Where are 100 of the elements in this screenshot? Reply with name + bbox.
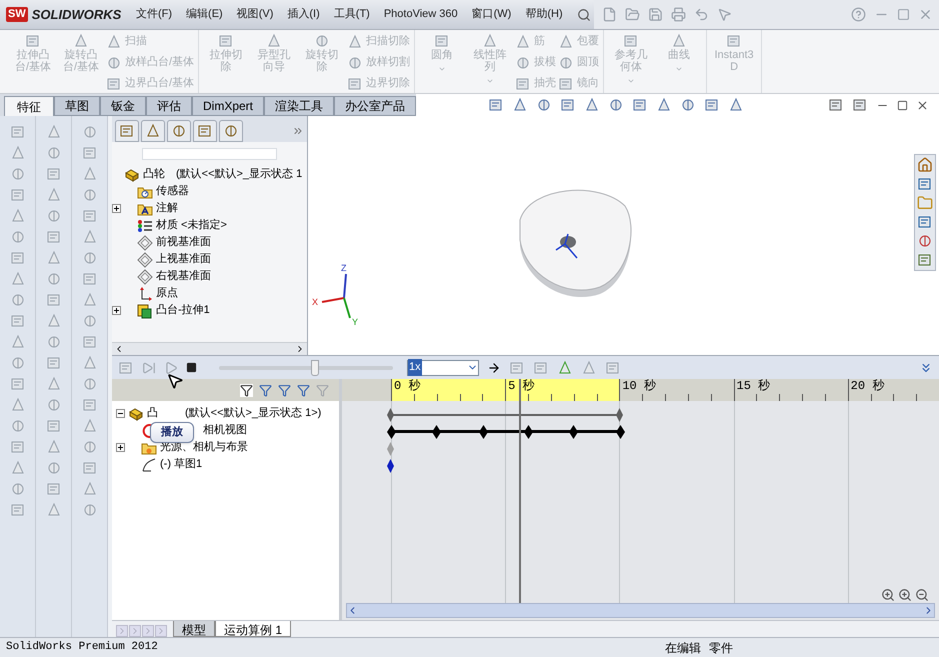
view-tool-icon[interactable] <box>728 97 744 113</box>
tool-icon[interactable] <box>10 418 26 434</box>
tool-icon[interactable] <box>82 334 98 350</box>
tool-icon[interactable] <box>46 481 62 497</box>
tool-icon[interactable] <box>82 376 98 392</box>
tree-item[interactable]: 上视基准面 <box>156 251 211 268</box>
tool-icon[interactable] <box>10 460 26 476</box>
tool-icon[interactable] <box>46 355 62 371</box>
search-icon[interactable] <box>576 8 591 22</box>
tool-icon[interactable] <box>82 397 98 413</box>
keyframe-marker[interactable] <box>387 458 394 472</box>
tool-icon[interactable] <box>10 145 26 161</box>
panel-tab-icon[interactable] <box>223 123 239 139</box>
panel-tab-icon[interactable] <box>171 123 187 139</box>
view-tool-icon[interactable] <box>488 97 504 113</box>
tab-scroll-icon[interactable] <box>129 625 141 637</box>
menu-item[interactable]: 工具(T) <box>334 6 370 23</box>
panel-tab-icon[interactable] <box>197 123 213 139</box>
expand-icon[interactable] <box>112 306 121 315</box>
keyframe-marker[interactable] <box>387 408 394 422</box>
tool-icon[interactable] <box>10 355 26 371</box>
menu-item[interactable]: 编辑(E) <box>186 6 223 23</box>
tool-icon[interactable] <box>10 439 26 455</box>
menu-item[interactable]: 插入(I) <box>287 6 320 23</box>
view-tool-icon[interactable] <box>608 97 624 113</box>
tool-icon[interactable] <box>82 292 98 308</box>
speed-dropdown[interactable]: 1x <box>407 360 479 376</box>
undo-icon[interactable] <box>694 7 709 22</box>
tool-icon[interactable] <box>82 229 98 245</box>
command-tab[interactable]: 钣金 <box>100 96 146 116</box>
tool-icon[interactable] <box>82 145 98 161</box>
tree-item[interactable]: 注解 <box>156 200 178 217</box>
tool-icon[interactable] <box>46 460 62 476</box>
command-tab[interactable]: 办公室产品 <box>334 96 416 116</box>
tool-icon[interactable] <box>10 250 26 266</box>
keyframe-marker[interactable] <box>524 424 533 438</box>
tree-item[interactable]: (-) 草图1 <box>160 456 202 473</box>
open-folder-icon[interactable] <box>625 7 640 22</box>
tool-icon[interactable] <box>82 250 98 266</box>
keyframe-marker[interactable] <box>569 424 578 438</box>
tool-icon[interactable] <box>82 313 98 329</box>
view-tool-icon[interactable] <box>656 97 672 113</box>
tool-icon[interactable] <box>46 439 62 455</box>
tool-icon[interactable] <box>46 418 62 434</box>
view-tool-icon[interactable] <box>584 97 600 113</box>
pointer-icon[interactable] <box>717 7 732 22</box>
tool-icon[interactable] <box>82 481 98 497</box>
tool-icon[interactable] <box>46 376 62 392</box>
study-tab[interactable]: 模型 <box>173 621 215 637</box>
view-tool-icon[interactable] <box>632 97 648 113</box>
tool-icon[interactable] <box>82 439 98 455</box>
tool-icon[interactable] <box>46 250 62 266</box>
tree-item[interactable]: 原点 <box>156 285 178 302</box>
tool-icon[interactable] <box>46 166 62 182</box>
expand-icon[interactable] <box>112 204 121 213</box>
tool-icon[interactable] <box>82 166 98 182</box>
command-tab[interactable]: DimXpert <box>192 96 264 116</box>
tree-item[interactable]: 右视基准面 <box>156 268 211 285</box>
keyframe-marker[interactable] <box>432 424 442 438</box>
command-tab[interactable]: 草图 <box>54 96 100 116</box>
keyframe-marker[interactable] <box>387 424 396 438</box>
maximize-icon[interactable] <box>897 8 910 21</box>
view-tool-icon[interactable] <box>680 97 696 113</box>
command-tab[interactable]: 特征 <box>4 96 54 116</box>
stop-icon[interactable] <box>186 362 197 373</box>
close-icon[interactable] <box>916 98 929 112</box>
keyframe-marker[interactable] <box>387 442 394 456</box>
tool-icon[interactable] <box>82 187 98 203</box>
time-bar[interactable] <box>518 379 521 603</box>
tool-icon[interactable] <box>10 187 26 203</box>
tree-item[interactable]: 凸 <box>147 405 158 422</box>
tool-icon[interactable] <box>10 313 26 329</box>
expand-icon[interactable] <box>116 443 125 452</box>
tool-icon[interactable] <box>10 397 26 413</box>
tool-icon[interactable] <box>10 292 26 308</box>
command-tab[interactable]: 渲染工具 <box>264 96 334 116</box>
tree-item[interactable]: 相机视图 <box>203 422 247 439</box>
printer-icon[interactable] <box>671 7 686 22</box>
tool-icon[interactable] <box>10 229 26 245</box>
view-tool-icon[interactable] <box>560 97 576 113</box>
tree-item[interactable]: 传感器 <box>156 183 189 200</box>
tool-icon[interactable] <box>46 292 62 308</box>
tab-scroll-icon[interactable] <box>142 625 154 637</box>
tool-icon[interactable] <box>46 313 62 329</box>
tool-icon[interactable] <box>10 166 26 182</box>
tool-icon[interactable] <box>46 124 62 140</box>
zoom-in-icon[interactable] <box>898 588 912 602</box>
zoom-out-icon[interactable] <box>915 588 929 602</box>
command-tab[interactable]: 评估 <box>146 96 192 116</box>
keyframe-marker[interactable] <box>616 408 623 422</box>
menu-item[interactable]: 帮助(H) <box>525 6 563 23</box>
tool-icon[interactable] <box>10 271 26 287</box>
view-tool-icon[interactable] <box>704 97 720 113</box>
view-tool-icon[interactable] <box>512 97 528 113</box>
tool-icon[interactable] <box>82 502 98 518</box>
tree-item[interactable]: 凸台-拉伸1 <box>156 302 210 319</box>
filter-icon[interactable] <box>240 384 253 396</box>
menu-item[interactable]: PhotoView 360 <box>384 6 458 23</box>
play-from-start-icon[interactable] <box>142 360 156 374</box>
tool-icon[interactable] <box>82 208 98 224</box>
